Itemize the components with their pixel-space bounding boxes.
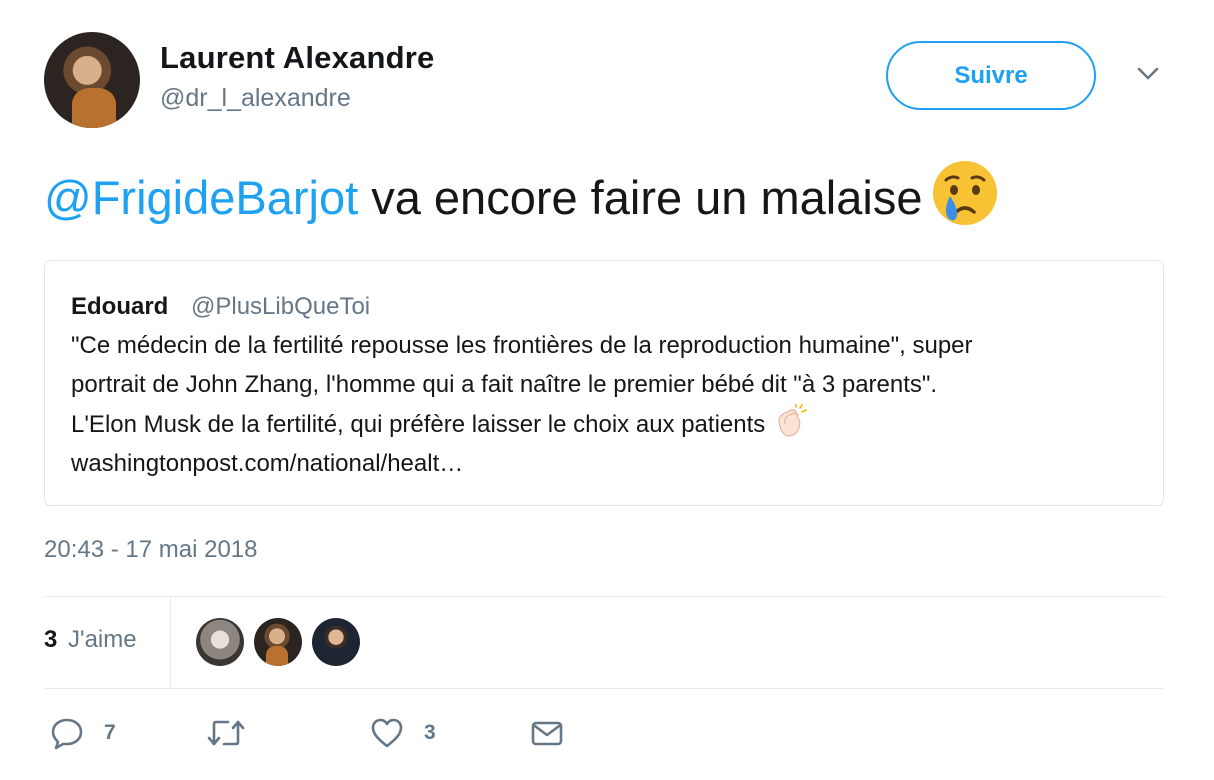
reply-button[interactable]: 7 (50, 716, 116, 750)
tweet-text: @FrigideBarjot va encore faire un malais… (44, 158, 1000, 229)
quoted-link[interactable]: washingtonpost.com/national/healt… (71, 445, 973, 484)
clapping-hands-icon (778, 404, 808, 437)
author-handle[interactable]: @dr_l_alexandre (160, 84, 351, 113)
mention-link[interactable]: @FrigideBarjot (44, 171, 358, 224)
author-name[interactable]: Laurent Alexandre (160, 40, 434, 76)
quoted-tweet-text: "Ce médecin de la fertilité repousse les… (71, 327, 973, 483)
likes-count[interactable]: 3 (44, 626, 57, 654)
reply-count: 7 (104, 721, 116, 744)
quoted-line-text: L'Elon Musk de la fertilité, qui préfère… (71, 411, 766, 438)
tweet-timestamp[interactable]: 20:43 - 17 mai 2018 (44, 536, 257, 564)
chevron-down-icon[interactable] (1136, 66, 1160, 82)
like-count: 3 (424, 721, 436, 744)
tweet-body: va encore faire un malaise (358, 171, 923, 224)
reply-icon (51, 718, 83, 750)
crying-face-icon (933, 161, 998, 225)
quoted-line: portrait de John Zhang, l'homme qui a fa… (71, 370, 938, 398)
like-button[interactable]: 3 (370, 716, 436, 750)
vertical-divider (170, 596, 171, 688)
quoted-tweet-card[interactable]: Edouard @PlusLibQueToi "Ce médecin de la… (44, 260, 1164, 506)
follow-button[interactable]: Suivre (886, 41, 1096, 110)
direct-message-button[interactable] (530, 716, 564, 750)
quoted-line: L'Elon Musk de la fertilité, qui préfère… (71, 404, 973, 445)
quoted-author-handle: @PlusLibQueToi (191, 293, 371, 320)
heart-icon (371, 718, 403, 748)
retweet-icon (207, 720, 245, 746)
author-avatar[interactable] (44, 32, 140, 128)
envelope-icon (531, 721, 563, 746)
likes-label[interactable]: J'aime (68, 626, 137, 654)
divider (44, 688, 1164, 689)
divider (44, 596, 1164, 597)
quoted-line: "Ce médecin de la fertilité repousse les… (71, 332, 973, 359)
retweet-button[interactable] (206, 716, 266, 750)
liker-avatar[interactable] (196, 618, 244, 666)
liker-avatar[interactable] (312, 618, 360, 666)
quoted-author-name: Edouard (71, 293, 169, 320)
liker-avatar[interactable] (254, 618, 302, 666)
